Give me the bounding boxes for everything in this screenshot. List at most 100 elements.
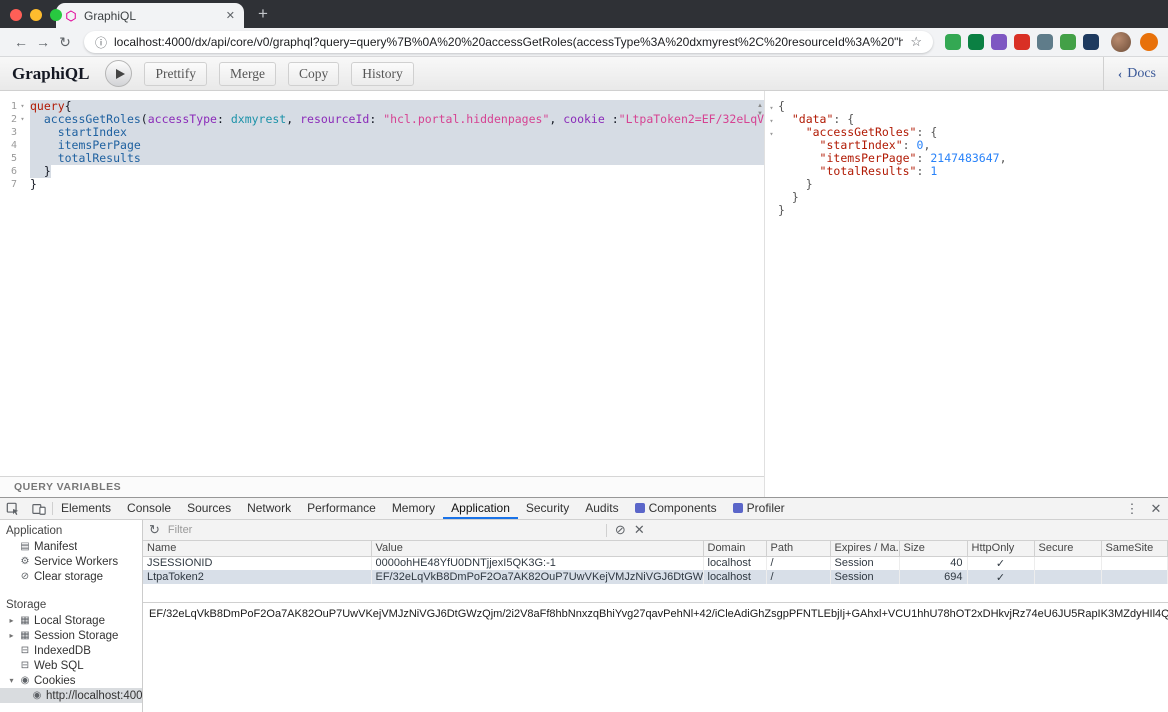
inspect-element-icon[interactable]	[0, 498, 26, 519]
docs-button[interactable]: ‹ Docs	[1103, 57, 1156, 90]
cell-value: 0000ohHE48YfU0DNTjjexI5QK3G:-1	[371, 556, 703, 570]
extension-icon-1[interactable]	[945, 34, 961, 50]
devtools-tab-network[interactable]: Network	[239, 498, 299, 519]
tab-label: Network	[247, 501, 291, 515]
devtools-tab-performance[interactable]: Performance	[299, 498, 384, 519]
bookmark-star-icon[interactable]: ☆	[910, 34, 922, 50]
tab-close-icon[interactable]: ✕	[226, 9, 235, 22]
fold-toggle-icon[interactable]: ▾	[769, 104, 773, 112]
execute-query-button[interactable]	[105, 60, 132, 87]
back-icon[interactable]: ←	[10, 34, 32, 50]
cookie-row-ltpatoken2[interactable]: LtpaToken2EF/32eLqVkB8DmPoF2Oa7AK82OuP7U…	[143, 570, 1168, 584]
column-header-samesite[interactable]: SameSite	[1101, 541, 1168, 556]
sidebar-item-session-storage[interactable]: ▸▦Session Storage	[0, 628, 142, 643]
tree-arrow-icon[interactable]: ▾	[7, 676, 16, 685]
query-editor-pane: 1▾query{2▾ accessGetRoles(accessType: dx…	[0, 91, 765, 497]
copy-button[interactable]: Copy	[288, 62, 339, 86]
prettify-button[interactable]: Prettify	[144, 62, 207, 86]
web-sql-icon: ⊟	[19, 660, 31, 671]
column-header-name[interactable]: Name	[143, 541, 371, 556]
query-variables-bar[interactable]: QUERY VARIABLES	[0, 476, 764, 497]
devtools-tab-sources[interactable]: Sources	[179, 498, 239, 519]
filter-input[interactable]	[168, 524, 598, 536]
fold-toggle-icon[interactable]: ▾	[18, 100, 27, 113]
devtools-tabbar: Elements Console Sources Network Performance…	[0, 498, 1168, 520]
devtools-tab-application[interactable]: Application	[443, 498, 518, 519]
profile-avatar[interactable]	[1111, 32, 1131, 52]
sidebar-item-clear-storage[interactable]: ⊘Clear storage	[0, 569, 142, 584]
sidebar-item-cookies[interactable]: ▾◉Cookies	[0, 673, 142, 688]
extension-icon-7[interactable]	[1083, 34, 1099, 50]
update-icon[interactable]	[1140, 33, 1158, 51]
tab-label: Profiler	[747, 501, 785, 515]
extension-icon-2[interactable]	[968, 34, 984, 50]
cookie-row-jsessionid[interactable]: JSESSIONID0000ohHE48YfU0DNTjjexI5QK3G:-1…	[143, 556, 1168, 570]
column-header-httponly[interactable]: HttpOnly	[967, 541, 1034, 556]
play-icon	[116, 69, 125, 79]
merge-button[interactable]: Merge	[219, 62, 276, 86]
sidebar-item-http-localhost-4000[interactable]: ◉http://localhost:4000	[0, 688, 142, 703]
sidebar-item-indexeddb[interactable]: ⊟IndexedDB	[0, 643, 142, 658]
query-editor[interactable]: 1▾query{2▾ accessGetRoles(accessType: dx…	[0, 91, 764, 476]
cell-domain: localhost	[703, 570, 766, 584]
device-toolbar-icon[interactable]	[26, 498, 52, 519]
pane-scroll-arrows: ▲ ▼	[757, 103, 763, 117]
delete-selected-icon[interactable]: ✕	[634, 522, 645, 538]
fold-toggle-icon[interactable]: ▾	[769, 130, 773, 138]
fold-toggle-icon[interactable]: ▾	[769, 117, 773, 125]
fold-toggle-icon[interactable]: ▾	[18, 113, 27, 126]
tree-arrow-icon[interactable]: ▸	[7, 631, 16, 640]
cell-value: EF/32eLqVkB8DmPoF2Oa7AK82OuP7UwVKejVMJzN…	[371, 570, 703, 584]
column-header-path[interactable]: Path	[766, 541, 830, 556]
new-tab-button[interactable]: +	[258, 4, 268, 24]
column-header-expires-ma[interactable]: Expires / Ma...	[830, 541, 899, 556]
tree-arrow-icon[interactable]: ▸	[7, 616, 16, 625]
cell-httponly: ✓	[967, 556, 1034, 570]
sidebar-item-service-workers[interactable]: ⚙Service Workers	[0, 554, 142, 569]
zoom-window-button[interactable]	[50, 9, 62, 21]
minimize-window-button[interactable]	[30, 9, 42, 21]
forward-icon[interactable]: →	[32, 34, 54, 50]
sidebar-item-manifest[interactable]: ▤Manifest	[0, 539, 142, 554]
close-window-button[interactable]	[10, 9, 22, 21]
line-number: 7	[11, 178, 17, 191]
extension-icon-5[interactable]	[1037, 34, 1053, 50]
tab-label: Sources	[187, 501, 231, 515]
extension-icon-6[interactable]	[1060, 34, 1076, 50]
devtools-close-icon[interactable]: ✕	[1144, 498, 1168, 519]
clear-all-cookies-icon[interactable]: ⊘	[615, 522, 626, 538]
column-header-domain[interactable]: Domain	[703, 541, 766, 556]
profiler-icon	[733, 503, 743, 513]
line-number: 5	[11, 152, 17, 165]
column-header-secure[interactable]: Secure	[1034, 541, 1101, 556]
column-header-size[interactable]: Size	[899, 541, 967, 556]
extension-icon-3[interactable]	[991, 34, 1007, 50]
devtools-tab-elements[interactable]: Elements	[53, 498, 119, 519]
devtools-tab-console[interactable]: Console	[119, 498, 179, 519]
line-number: 1	[11, 100, 17, 113]
cookies-header-row: NameValueDomainPathExpires / Ma...SizeHt…	[143, 541, 1168, 556]
sidebar-item-local-storage[interactable]: ▸▦Local Storage	[0, 613, 142, 628]
code-text: accessGetRoles(accessType: dxmyrest, res…	[30, 113, 764, 126]
cell-name: JSESSIONID	[143, 556, 371, 570]
devtools-tab-profiler[interactable]: Profiler	[725, 498, 793, 519]
page-info-icon[interactable]: ⓘ	[95, 34, 107, 51]
scroll-down-icon[interactable]: ▼	[757, 111, 763, 117]
more-options-icon[interactable]: ⋮	[1120, 498, 1144, 519]
history-button[interactable]: History	[351, 62, 414, 86]
scroll-up-icon[interactable]: ▲	[757, 103, 763, 109]
devtools-tab-memory[interactable]: Memory	[384, 498, 443, 519]
reload-icon[interactable]: ↻	[54, 34, 76, 51]
devtools-tab-security[interactable]: Security	[518, 498, 577, 519]
tab-label: Console	[127, 501, 171, 515]
devtools-tab-components[interactable]: Components	[627, 498, 725, 519]
refresh-icon[interactable]: ↻	[149, 522, 160, 538]
browser-tab[interactable]: GraphiQL ✕	[56, 3, 244, 28]
result-text: }	[778, 191, 1168, 204]
extension-icon-4[interactable]	[1014, 34, 1030, 50]
devtools-tab-audits[interactable]: Audits	[577, 498, 626, 519]
address-bar[interactable]: ⓘ localhost:4000/dx/api/core/v0/graphql?…	[84, 31, 933, 53]
column-header-value[interactable]: Value	[371, 541, 703, 556]
sidebar-item-web-sql[interactable]: ⊟Web SQL	[0, 658, 142, 673]
cell-size: 694	[899, 570, 967, 584]
